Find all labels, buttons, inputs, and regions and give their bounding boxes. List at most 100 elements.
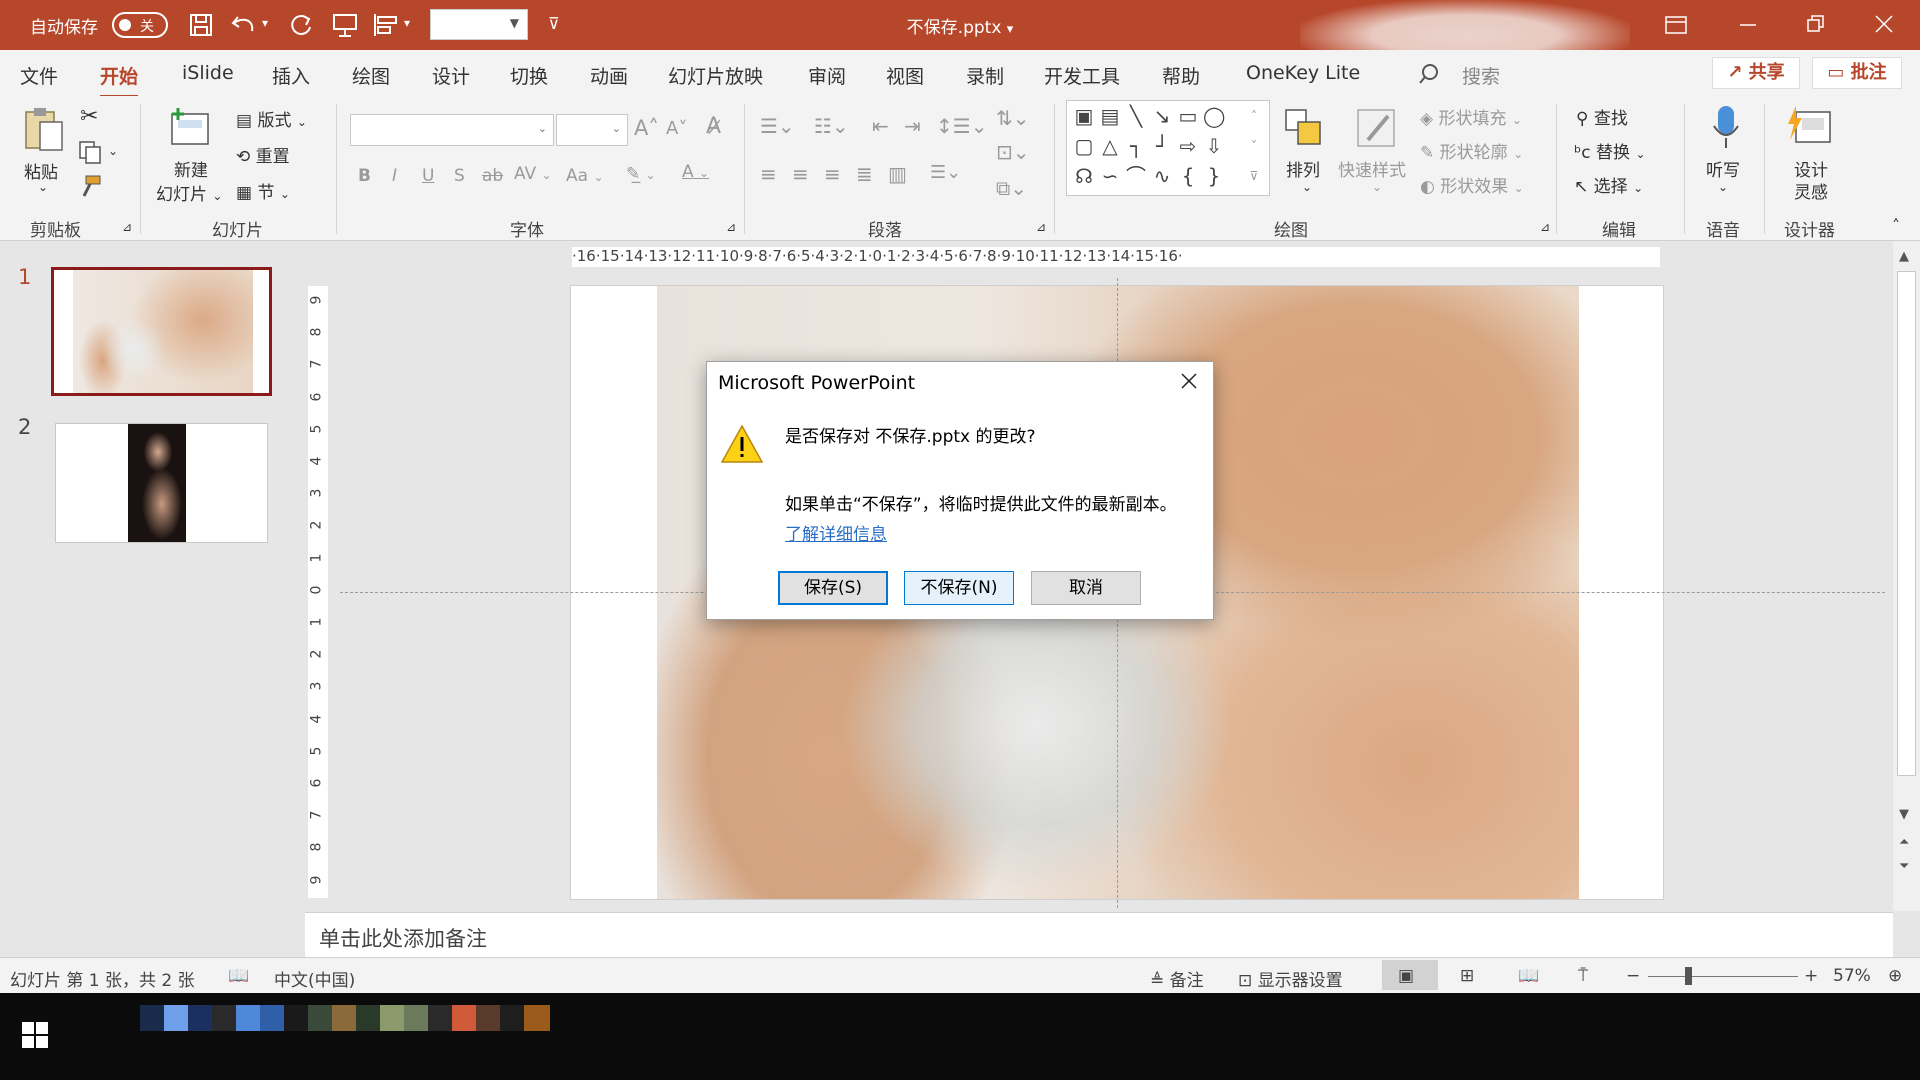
font-name-combo[interactable]: ⌄: [350, 114, 554, 146]
taskbar-app-icon[interactable]: [308, 1005, 334, 1031]
tab-islide[interactable]: iSlide: [182, 62, 234, 84]
tab-file[interactable]: 文件: [20, 62, 58, 89]
left-brace-icon[interactable]: {: [1177, 165, 1199, 187]
tab-draw[interactable]: 绘图: [352, 62, 390, 89]
shape-fill-button[interactable]: ◈ 形状填充 ⌄: [1420, 104, 1522, 129]
scroll-thumb[interactable]: [1897, 271, 1916, 776]
align-right-icon[interactable]: ≡: [824, 162, 841, 186]
layout-button[interactable]: ▤ 版式 ⌄: [236, 106, 307, 131]
gallery-down-icon[interactable]: ˅: [1243, 135, 1265, 157]
arrange-label[interactable]: 排列: [1286, 156, 1320, 181]
search-icon[interactable]: [1418, 63, 1440, 85]
new-slide-icon[interactable]: [168, 106, 214, 150]
scroll-up-icon[interactable]: ▲: [1899, 249, 1909, 264]
scribble-icon[interactable]: ∽: [1099, 165, 1121, 187]
designer-icon[interactable]: [1786, 104, 1834, 148]
triangle-shape-icon[interactable]: △: [1099, 135, 1121, 157]
justify-icon[interactable]: ≣: [856, 162, 873, 186]
align-center-icon[interactable]: ≡: [792, 162, 809, 186]
elbow-connector-icon[interactable]: ┐: [1125, 135, 1147, 157]
reading-view-icon[interactable]: 📖: [1518, 966, 1539, 986]
font-color-icon[interactable]: A ⌄: [682, 162, 709, 182]
document-title[interactable]: 不保存.pptx ▾: [0, 13, 1920, 38]
char-spacing-button[interactable]: AV ⌄: [514, 164, 552, 184]
select-button[interactable]: ↖ 选择 ⌄: [1574, 172, 1643, 197]
cut-icon[interactable]: ✂: [80, 104, 98, 129]
tab-animations[interactable]: 动画: [590, 62, 628, 89]
taskbar-app-icon[interactable]: [164, 1005, 190, 1031]
tab-home[interactable]: 开始: [100, 62, 139, 98]
scroll-down-icon[interactable]: ▼: [1899, 807, 1909, 822]
taskbar-app-icon[interactable]: [428, 1005, 454, 1031]
taskbar-app-icon[interactable]: [380, 1005, 406, 1031]
ribbon-display-options-icon[interactable]: [1664, 15, 1688, 35]
taskbar-app-icon[interactable]: [140, 1005, 166, 1031]
language-indicator[interactable]: 中文(中国): [274, 966, 355, 991]
down-arrow-shape-icon[interactable]: ⇩: [1203, 135, 1225, 157]
fit-to-window-icon[interactable]: ⊕: [1888, 966, 1902, 986]
text-box-icon[interactable]: ▣: [1073, 105, 1095, 127]
previous-slide-icon[interactable]: ⏶: [1899, 835, 1909, 850]
search-label[interactable]: 搜索: [1462, 62, 1500, 89]
curve-icon[interactable]: ∿: [1151, 165, 1173, 187]
windows-start-icon[interactable]: [22, 1022, 48, 1048]
dictate-label[interactable]: 听写: [1706, 156, 1740, 181]
elbow-arrow-icon[interactable]: ┘: [1151, 135, 1173, 157]
format-painter-icon[interactable]: [78, 174, 102, 198]
shape-effects-button[interactable]: ◐ 形状效果 ⌄: [1420, 172, 1524, 197]
normal-view-icon[interactable]: ▣: [1398, 966, 1414, 986]
align-left-icon[interactable]: ≡: [760, 162, 777, 186]
gallery-more-icon[interactable]: ⊽: [1243, 165, 1265, 187]
right-arrow-shape-icon[interactable]: ⇨: [1177, 135, 1199, 157]
next-slide-icon[interactable]: ⏷: [1899, 859, 1909, 874]
numbering-icon[interactable]: ☷⌄: [814, 114, 849, 138]
dont-save-button[interactable]: 不保存(N): [904, 571, 1014, 605]
copy-dropdown-icon[interactable]: ⌄: [108, 144, 118, 158]
font-size-combo[interactable]: ⌄: [556, 114, 628, 146]
restore-icon[interactable]: [1806, 14, 1826, 34]
clear-formatting-icon[interactable]: A̷: [706, 114, 721, 139]
paste-icon[interactable]: [20, 104, 66, 154]
taskbar-app-icon[interactable]: [452, 1005, 478, 1031]
vertical-text-box-icon[interactable]: ▤: [1099, 105, 1121, 127]
rectangle-shape-icon[interactable]: ▭: [1177, 105, 1199, 127]
new-slide-label-2[interactable]: 幻灯片 ⌄: [156, 180, 222, 205]
tab-view[interactable]: 视图: [886, 62, 924, 89]
shrink-font-icon[interactable]: A˅: [666, 118, 687, 139]
reset-button[interactable]: ⟲ 重置: [236, 142, 290, 167]
strikethrough-button[interactable]: ab: [482, 166, 503, 186]
italic-button[interactable]: I: [392, 166, 397, 186]
quick-styles-icon[interactable]: [1354, 106, 1398, 150]
learn-more-link[interactable]: 了解详细信息: [785, 520, 887, 545]
tab-onekey[interactable]: OneKey Lite: [1246, 62, 1360, 84]
shapes-gallery[interactable]: ▣ ▤ ╲ ↘ ▭ ◯ ▢ △ ┐ ┘ ⇨ ⇩ ☊ ∽ ⌒ ∿ { } ˄ ˅ …: [1066, 100, 1270, 196]
minimize-icon[interactable]: [1738, 14, 1758, 34]
zoom-level[interactable]: 57%: [1833, 966, 1871, 986]
display-settings[interactable]: ⊡ 显示器设置: [1238, 966, 1343, 991]
tab-review[interactable]: 审阅: [808, 62, 846, 89]
slide-thumbnail-1[interactable]: [51, 267, 272, 396]
replace-button[interactable]: ᵇc 替换 ⌄: [1574, 138, 1646, 163]
taskbar-app-icon[interactable]: [284, 1005, 310, 1031]
align-text-icon[interactable]: ⊡⌄: [996, 140, 1030, 164]
taskbar-app-icon[interactable]: [212, 1005, 238, 1031]
decrease-indent-icon[interactable]: ⇤: [872, 114, 889, 138]
share-button[interactable]: ↗ 共享: [1712, 57, 1800, 89]
taskbar-app-icon[interactable]: [356, 1005, 382, 1031]
smartart-icon[interactable]: ⧉⌄: [996, 176, 1027, 200]
bold-button[interactable]: B: [358, 166, 371, 186]
increase-indent-icon[interactable]: ⇥: [904, 114, 921, 138]
vertical-scrollbar[interactable]: ▲ ▼ ⏶ ⏷: [1893, 241, 1920, 911]
oval-shape-icon[interactable]: ◯: [1203, 105, 1225, 127]
notes-toggle[interactable]: ≜ 备注: [1150, 966, 1204, 991]
taskbar-app-icon[interactable]: [404, 1005, 430, 1031]
designer-label-2[interactable]: 灵感: [1794, 178, 1828, 203]
taskbar-app-icon[interactable]: [500, 1005, 526, 1031]
shadow-button[interactable]: S: [454, 166, 465, 186]
tab-transitions[interactable]: 切换: [510, 62, 548, 89]
tab-insert[interactable]: 插入: [272, 62, 310, 89]
copy-icon[interactable]: [78, 140, 102, 164]
change-case-button[interactable]: Aa ⌄: [566, 166, 604, 186]
taskbar-app-icon[interactable]: [476, 1005, 502, 1031]
zoom-slider-track[interactable]: [1648, 976, 1798, 977]
